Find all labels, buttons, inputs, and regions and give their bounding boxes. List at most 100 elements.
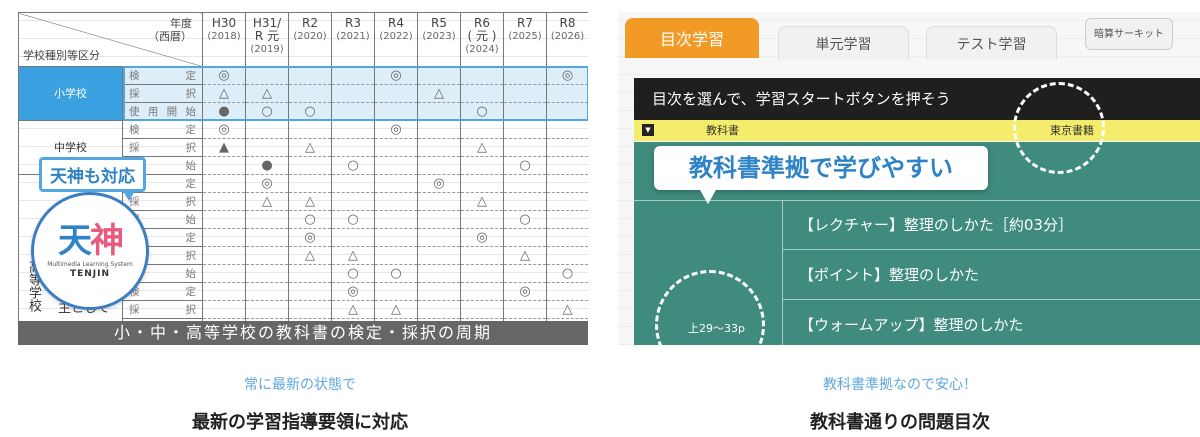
cycle-mark	[202, 174, 246, 193]
cycle-mark	[331, 174, 375, 193]
cycle-mark	[460, 210, 504, 229]
cycle-mark	[503, 264, 547, 283]
cycle-mark	[417, 66, 461, 85]
cycle-mark	[288, 84, 332, 103]
cycle-mark: ◎	[374, 66, 418, 85]
left-caption-sub: 常に最新の状態で	[244, 377, 356, 393]
cycle-mark	[546, 210, 588, 229]
cycle-mark	[331, 66, 375, 85]
cycle-mark	[546, 84, 588, 103]
cycle-mark: △	[460, 192, 504, 211]
left-caption: 常に最新の状態で 最新の学習指導要領に対応	[0, 374, 600, 434]
cycle-mark	[331, 228, 375, 247]
subject-label: 教科書	[706, 124, 739, 137]
cycle-mark	[503, 228, 547, 247]
cycle-mark	[503, 120, 547, 139]
cycle-mark: △	[245, 192, 289, 211]
cycle-mark: ◎	[503, 282, 547, 301]
year-header: R2 (2020)	[288, 12, 332, 67]
cycle-mark	[460, 156, 504, 175]
cycle-mark	[460, 174, 504, 193]
tab-toc-learning[interactable]: 目次学習	[625, 18, 759, 58]
cycle-mark	[503, 300, 547, 319]
cycle-mark: ◎	[202, 120, 246, 139]
cycle-mark	[546, 228, 588, 247]
cycle-mark: ○	[331, 210, 375, 229]
cycle-mark	[417, 210, 461, 229]
tenjin-logo-name: TENJIN	[69, 269, 111, 279]
cycle-mark	[374, 174, 418, 193]
cycle-mark: ○	[245, 102, 289, 121]
cycle-mark	[245, 264, 289, 283]
cycle-mark: △	[331, 246, 375, 265]
cycle-mark	[245, 66, 289, 85]
cycle-mark	[503, 84, 547, 103]
cycle-mark	[374, 246, 418, 265]
tab-test-learning[interactable]: テスト学習	[926, 26, 1057, 60]
cycle-mark	[288, 174, 332, 193]
toc-item-warmup[interactable]: 【ウォームアップ】整理のしかた	[783, 301, 1200, 345]
cycle-mark: △	[288, 138, 332, 157]
cycle-mark	[546, 102, 588, 121]
cycle-mark	[288, 300, 332, 319]
tab-unit-learning[interactable]: 単元学習	[778, 26, 909, 60]
cycle-mark: ○	[374, 264, 418, 283]
cycle-mark	[546, 156, 588, 175]
toc-item-lecture[interactable]: 【レクチャー】整理のしかた［約03分］	[783, 201, 1200, 250]
cycle-mark: ○	[503, 156, 547, 175]
cycle-mark	[245, 300, 289, 319]
subject-bar: ▼ 教科書 東京書籍	[634, 120, 1200, 141]
cycle-mark	[202, 156, 246, 175]
cycle-mark: △	[331, 300, 375, 319]
cycle-mark: ●	[245, 156, 289, 175]
cycle-mark: ◎	[417, 174, 461, 193]
toc-item-point[interactable]: 【ポイント】整理のしかた	[783, 251, 1200, 300]
table-row: 中学校 検 定 ◎ ◎	[18, 120, 588, 175]
cycle-mark	[374, 228, 418, 247]
cycle-mark: △	[503, 246, 547, 265]
tab-mental-math-circuit[interactable]: 暗算サーキット	[1085, 18, 1173, 50]
cycle-mark: △	[417, 84, 461, 103]
cycle-banner: 小・中・高等学校の教科書の検定・採択の周期	[18, 321, 588, 345]
cycle-mark	[503, 174, 547, 193]
cycle-mark	[202, 246, 246, 265]
activity-label: 検 定	[122, 66, 203, 85]
textbook-cycle-panel: 年度 （西暦） 学校種別等区分 H30 (2018) H31/ R 元 (2019)…	[18, 12, 588, 345]
cycle-mark	[331, 120, 375, 139]
cycle-mark: ▲	[202, 138, 246, 157]
cycle-mark: ◎	[546, 66, 588, 85]
corner-year-label: 年度 （西暦）	[148, 17, 192, 43]
cycle-mark	[374, 156, 418, 175]
cycle-mark	[503, 192, 547, 211]
cycle-mark: ◎	[245, 174, 289, 193]
cycle-mark	[503, 66, 547, 85]
cycle-mark	[417, 192, 461, 211]
cycle-mark: ◎	[460, 228, 504, 247]
cycle-mark	[546, 246, 588, 265]
cycle-mark	[503, 138, 547, 157]
cycle-mark: ○	[546, 264, 588, 283]
cycle-mark	[417, 228, 461, 247]
cycle-mark	[245, 246, 289, 265]
cycle-mark: ○	[331, 264, 375, 283]
tenjin-logo-subtitle: Multimedia Learning System	[47, 261, 133, 268]
cycle-mark	[202, 210, 246, 229]
cycle-mark	[460, 66, 504, 85]
cycle-mark	[288, 120, 332, 139]
cycle-mark: ○	[288, 210, 332, 229]
cycle-mark: △	[374, 300, 418, 319]
textbook-aligned-callout: 教科書準拠で学びやすい	[654, 146, 988, 204]
tenjin-logo-icon: 天神	[58, 221, 124, 261]
cycle-mark	[202, 282, 246, 301]
cycle-mark	[546, 138, 588, 157]
cycle-mark	[417, 282, 461, 301]
collapse-triangle-icon[interactable]: ▼	[642, 124, 654, 136]
cycle-mark: ○	[460, 102, 504, 121]
cycle-mark: △	[288, 246, 332, 265]
cycle-mark	[417, 138, 461, 157]
cycle-mark	[546, 282, 588, 301]
cycle-mark	[374, 192, 418, 211]
left-caption-main: 最新の学習指導要領に対応	[192, 412, 408, 433]
cycle-mark	[374, 102, 418, 121]
cycle-mark	[546, 192, 588, 211]
